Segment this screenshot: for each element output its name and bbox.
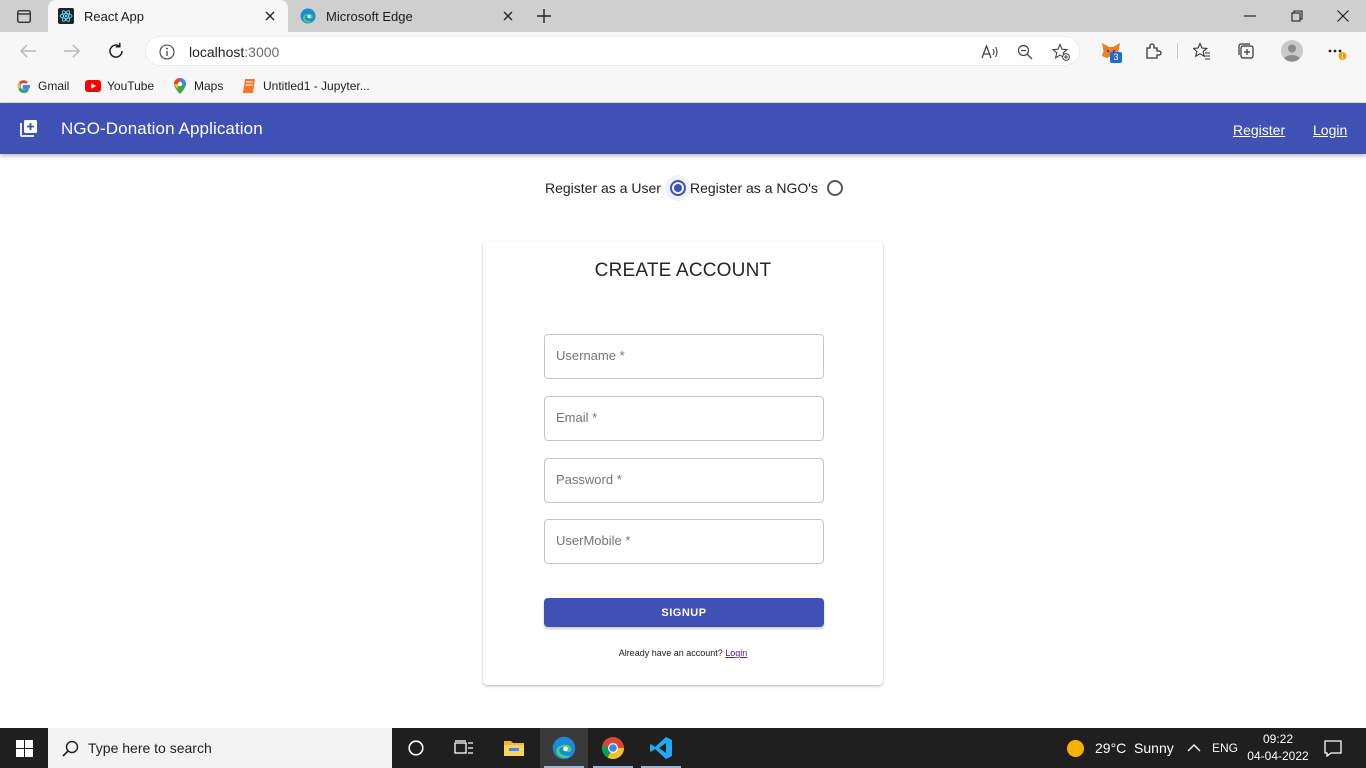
close-window-icon[interactable]	[1333, 6, 1353, 26]
password-placeholder: Password *	[556, 472, 622, 487]
weather-text: 29°C Sunny	[1095, 740, 1174, 756]
clock[interactable]: 09:22 04-04-2022	[1242, 731, 1314, 765]
add-box-icon	[20, 119, 38, 137]
username-placeholder: Username *	[556, 348, 625, 363]
profile-avatar[interactable]	[1280, 39, 1304, 63]
username-field[interactable]: Username *	[544, 334, 824, 379]
register-as-ngo-label: Register as a NGO's	[690, 180, 818, 196]
back-icon[interactable]	[18, 41, 38, 61]
url-host: localhost	[189, 44, 245, 60]
chrome-icon[interactable]	[589, 728, 637, 768]
signup-button[interactable]: SIGNUP	[544, 598, 824, 627]
notifications-icon[interactable]	[1324, 728, 1342, 768]
vscode-icon[interactable]	[637, 728, 685, 768]
clock-time: 09:22	[1262, 732, 1294, 746]
url-port: :3000	[244, 44, 280, 60]
tab-actions-icon[interactable]	[10, 6, 38, 26]
minimize-icon[interactable]	[1240, 6, 1260, 26]
forward-icon[interactable]	[62, 41, 82, 61]
collections-icon[interactable]	[1236, 41, 1256, 61]
add-favorite-icon[interactable]	[1052, 43, 1070, 61]
task-view-icon[interactable]	[440, 728, 488, 768]
app-header: NGO-Donation Application Register Login	[0, 103, 1366, 154]
bookmark-label: Untitled1 - Jupyter...	[263, 79, 370, 93]
login-prompt: Already have an account? Login	[483, 648, 883, 658]
refresh-icon[interactable]	[106, 41, 126, 61]
taskbar-search-box[interactable]: Type here to search	[48, 728, 392, 768]
show-hidden-icons[interactable]	[1187, 728, 1201, 768]
bookmark-label: Gmail	[38, 79, 70, 93]
sun-icon	[1066, 739, 1085, 758]
cortana-icon[interactable]	[392, 728, 440, 768]
youtube-icon	[85, 78, 101, 94]
app-title: NGO-Donation Application	[61, 119, 263, 138]
extension-badge: 3	[1110, 52, 1122, 63]
windows-taskbar: Type here to search 29°C Sunny ENG 09:22…	[0, 728, 1366, 768]
mobile-field[interactable]: UserMobile *	[544, 519, 824, 564]
clock-date: 04-04-2022	[1247, 749, 1309, 763]
register-as-ngo-option[interactable]: Register as a NGO's	[690, 175, 848, 201]
login-prompt-text: Already have an account?	[618, 648, 723, 658]
mobile-placeholder: UserMobile *	[556, 533, 631, 548]
file-explorer-icon[interactable]	[490, 728, 538, 768]
address-bar[interactable]: localhost:3000	[145, 36, 1080, 66]
search-icon	[60, 738, 80, 758]
bookmark-maps[interactable]: Maps	[172, 76, 223, 96]
language-indicator[interactable]: ENG	[1212, 728, 1238, 768]
read-aloud-icon[interactable]	[981, 43, 999, 61]
site-info-icon[interactable]	[158, 43, 176, 61]
ngo-radio[interactable]	[822, 175, 848, 201]
restore-icon[interactable]	[1287, 6, 1307, 26]
search-placeholder: Type here to search	[88, 740, 212, 756]
create-account-card: CREATE ACCOUNT Username * Email * Passwo…	[483, 242, 883, 685]
bookmark-jupyter[interactable]: Untitled1 - Jupyter...	[241, 76, 370, 96]
metamask-extension-icon[interactable]: 3	[1098, 41, 1124, 63]
tab-react-app[interactable]: React App	[48, 0, 288, 32]
new-tab-icon[interactable]	[534, 6, 554, 26]
start-button[interactable]	[0, 728, 48, 768]
toolbar-divider	[1177, 43, 1178, 59]
edge-taskbar-icon[interactable]	[540, 728, 588, 768]
windows-icon	[15, 739, 33, 757]
bookmark-label: Maps	[194, 79, 224, 93]
register-nav-link[interactable]: Register	[1233, 122, 1285, 138]
password-field[interactable]: Password *	[544, 458, 824, 503]
radio-dot	[673, 184, 682, 192]
radio-ring	[669, 180, 686, 196]
bookmark-gmail[interactable]: Gmail	[16, 76, 69, 96]
tab-title: React App	[84, 8, 144, 24]
chevron-up-icon	[1187, 744, 1201, 752]
tab-title: Microsoft Edge	[326, 8, 413, 24]
radio-ring	[826, 180, 843, 196]
close-tab-icon[interactable]	[500, 8, 516, 24]
register-as-user-option[interactable]: Register as a User	[545, 175, 691, 201]
card-title: CREATE ACCOUNT	[594, 260, 772, 281]
url-text: localhost:3000	[189, 44, 279, 60]
tab-microsoft-edge[interactable]: Microsoft Edge	[290, 0, 526, 32]
more-options-icon[interactable]	[1327, 41, 1347, 61]
bookmark-youtube[interactable]: YouTube	[85, 76, 154, 96]
login-nav-link[interactable]: Login	[1313, 122, 1347, 138]
user-radio[interactable]	[664, 175, 691, 201]
login-link[interactable]: Login	[725, 648, 747, 658]
close-tab-icon[interactable]	[262, 8, 278, 24]
edge-icon	[300, 8, 316, 24]
browser-toolbar: localhost:3000 3	[0, 32, 1366, 70]
zoom-out-icon[interactable]	[1016, 43, 1034, 61]
email-placeholder: Email *	[556, 410, 598, 425]
email-field[interactable]: Email *	[544, 396, 824, 441]
bookmarks-bar: Gmail YouTube Maps Untitled1 - Jupyter..…	[0, 70, 1366, 103]
react-icon	[58, 8, 74, 24]
bookmark-label: YouTube	[107, 79, 155, 93]
maps-icon	[172, 78, 188, 94]
weather-widget[interactable]: 29°C Sunny	[1066, 728, 1174, 768]
extensions-icon[interactable]	[1143, 41, 1163, 61]
favorites-icon[interactable]	[1192, 41, 1212, 61]
register-as-user-label: Register as a User	[545, 180, 661, 196]
gmail-icon	[16, 78, 32, 94]
browser-tab-strip: React App Microsoft Edge	[0, 0, 1366, 32]
jupyter-icon	[241, 78, 257, 94]
